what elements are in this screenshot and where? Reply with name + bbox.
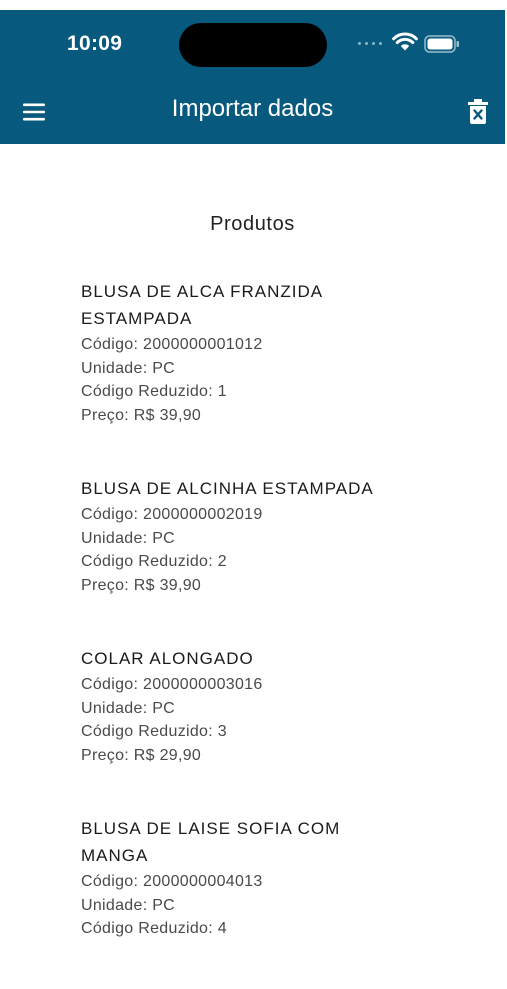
product-item: COLAR ALONGADO Código: 2000000003016 Uni… xyxy=(81,645,401,767)
product-price: Preço: R$ 29,90 xyxy=(81,746,202,764)
section-title: Produtos xyxy=(210,213,295,235)
product-short-code: Código Reduzido: 1 xyxy=(81,383,227,400)
product-item: BLUSA DE ALCA FRANZIDA ESTAMPADA Código:… xyxy=(81,278,401,427)
product-code: Código: 2000000003016 xyxy=(81,676,263,693)
product-unit: Unidade: PC xyxy=(81,529,176,547)
product-name: BLUSA DE ALCA FRANZIDA ESTAMPADA xyxy=(81,282,323,328)
header: 10:09 Importar dados xyxy=(0,10,505,144)
page-title: Importar dados xyxy=(171,95,334,122)
product-name: COLAR ALONGADO xyxy=(81,649,254,668)
product-code: Código: 2000000001012 xyxy=(81,336,263,353)
product-name: BLUSA DE ALCINHA ESTAMPADA xyxy=(81,479,374,498)
product-short-code: Código Reduzido: 3 xyxy=(81,723,227,740)
product-name: BLUSA DE LAISE SOFIA COM MANGA xyxy=(81,819,341,865)
product-item: BLUSA DE ALCINHA ESTAMPADA Código: 20000… xyxy=(81,475,401,597)
product-price: Preço: R$ 39,90 xyxy=(81,406,202,424)
product-code: Código: 2000000002019 xyxy=(81,506,263,523)
product-short-code: Código Reduzido: 2 xyxy=(81,553,227,570)
product-item: BLUSA DE LAISE SOFIA COM MANGA Código: 2… xyxy=(81,815,401,941)
product-list: BLUSA DE ALCA FRANZIDA ESTAMPADA Código:… xyxy=(81,278,401,989)
app-bar: Importar dados xyxy=(0,78,505,144)
product-unit: Unidade: PC xyxy=(81,699,176,717)
battery-icon xyxy=(424,35,459,53)
product-code: Código: 2000000004013 xyxy=(81,873,263,890)
product-short-code: Código Reduzido: 4 xyxy=(81,920,227,937)
status-bar: 10:09 xyxy=(0,10,505,78)
status-time: 10:09 xyxy=(67,32,123,55)
product-price: Preço: R$ 39,90 xyxy=(81,576,202,594)
dynamic-island xyxy=(179,23,327,67)
hamburger-menu-icon[interactable] xyxy=(19,97,49,127)
signal-icon xyxy=(358,42,386,48)
wifi-icon xyxy=(392,32,418,51)
delete-icon[interactable] xyxy=(464,97,492,127)
product-unit: Unidade: PC xyxy=(81,359,176,377)
product-unit: Unidade: PC xyxy=(81,896,176,914)
